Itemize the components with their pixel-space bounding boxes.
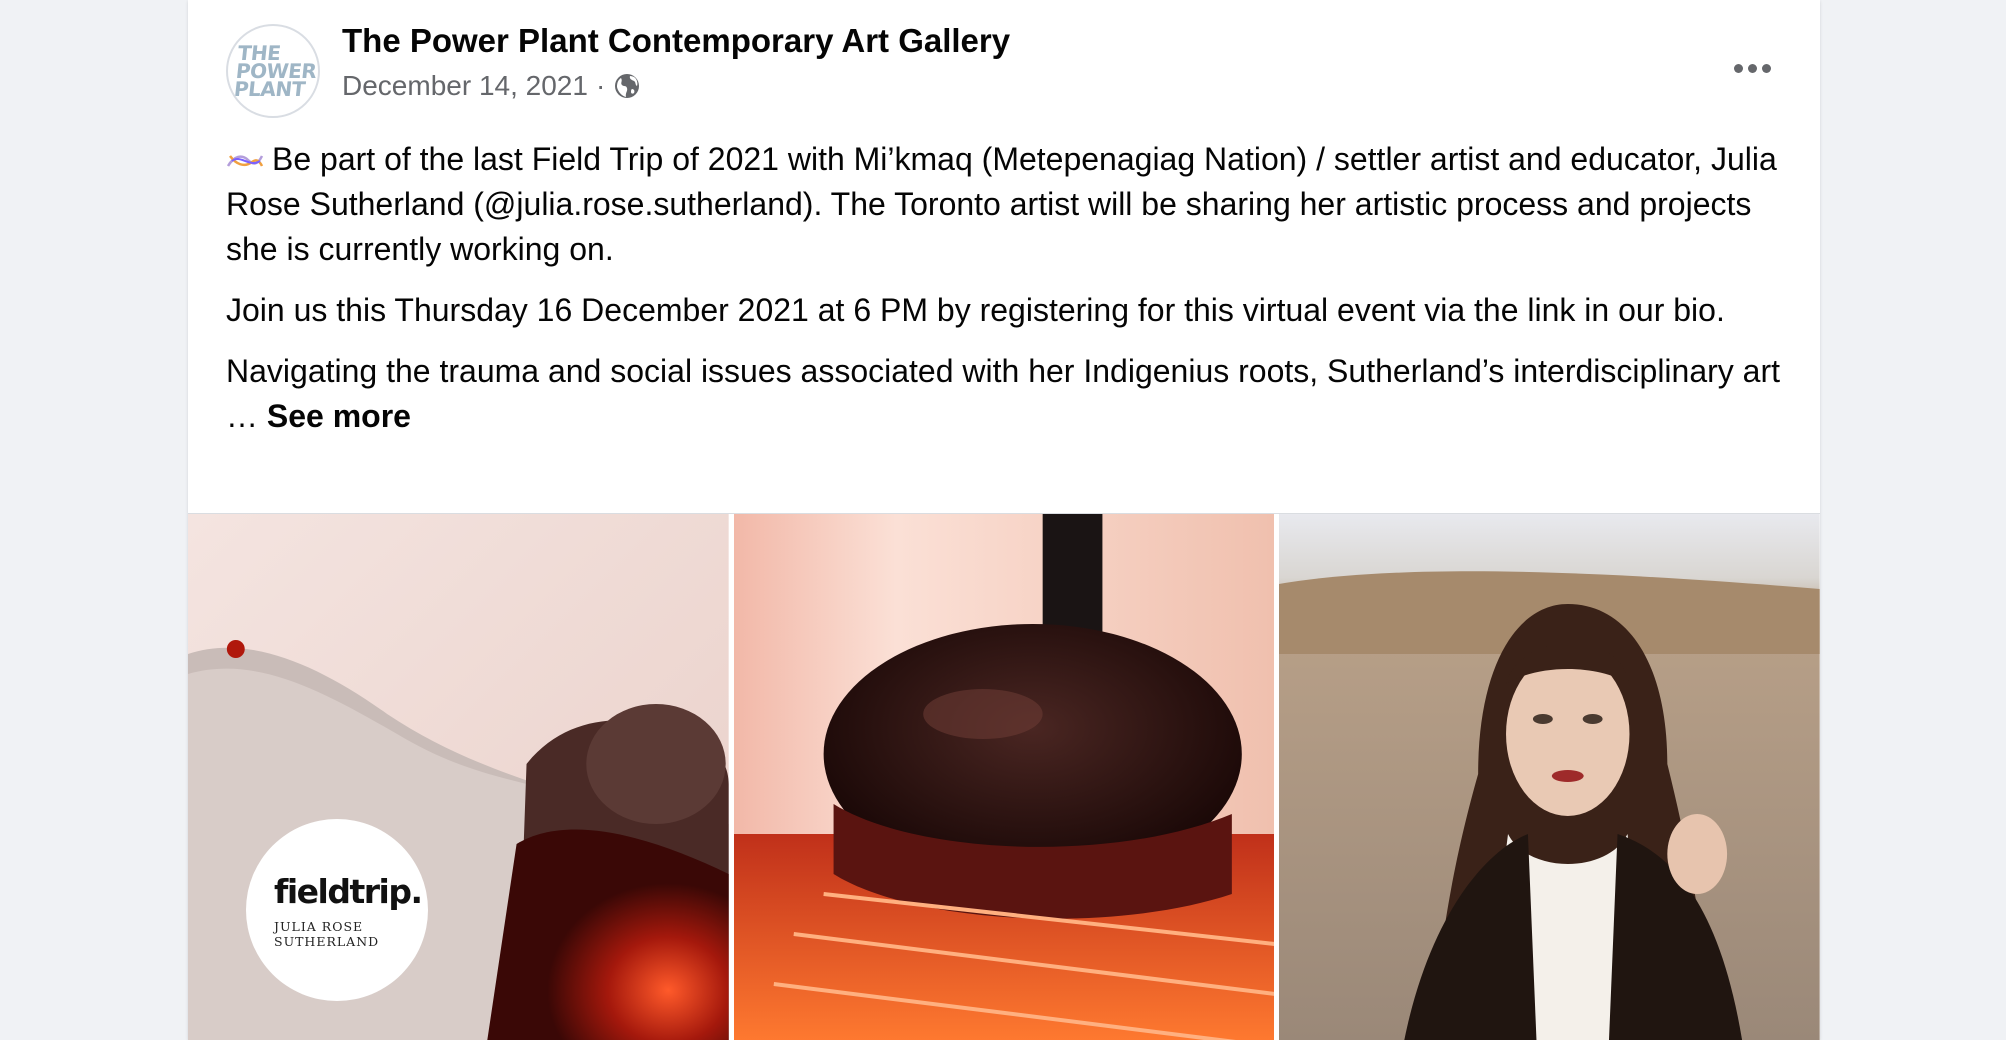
photo-sculpture-head[interactable] [733,514,1275,1040]
page-name-link[interactable]: The Power Plant Contemporary Art Gallery [342,22,1010,60]
page-avatar[interactable]: THE POWER PLANT [226,24,320,118]
post-options-button[interactable] [1722,48,1782,88]
post-date-link[interactable]: December 14, 2021 [342,70,588,102]
post-paragraph: Be part of the last Field Trip of 2021 w… [226,141,1777,267]
avatar-logo: THE POWER PLANT [232,41,318,101]
post-body: Be part of the last Field Trip of 2021 w… [226,137,1796,455]
photo-artist-portrait[interactable] [1279,514,1820,1040]
more-horizontal-icon [1733,63,1743,73]
post-paragraph: Navigating the trauma and social issues … [226,353,1781,434]
photo-gallery: fieldtrip. JULIA ROSE SUTHERLAND [188,513,1820,1040]
badge-title: fieldtrip. [274,871,423,911]
photo-sculpture-body[interactable]: fieldtrip. JULIA ROSE SUTHERLAND [188,514,729,1040]
post-meta: December 14, 2021 · [342,70,641,102]
sparkles-icon [226,155,264,167]
post-header: THE POWER PLANT The Power Plant Contempo… [226,22,1782,122]
meta-separator: · [595,70,606,101]
fieldtrip-badge: fieldtrip. JULIA ROSE SUTHERLAND [246,819,428,1001]
badge-subtitle: JULIA ROSE SUTHERLAND [274,918,380,949]
post-paragraph: Join us this Thursday 16 December 2021 a… [226,292,1725,328]
post-card: THE POWER PLANT The Power Plant Contempo… [188,0,1820,1040]
globe-icon[interactable] [613,72,641,100]
artist-portrait-image [1279,514,1820,1040]
sculpture-head-image [733,514,1275,1040]
see-more-link[interactable]: See more [267,398,411,434]
